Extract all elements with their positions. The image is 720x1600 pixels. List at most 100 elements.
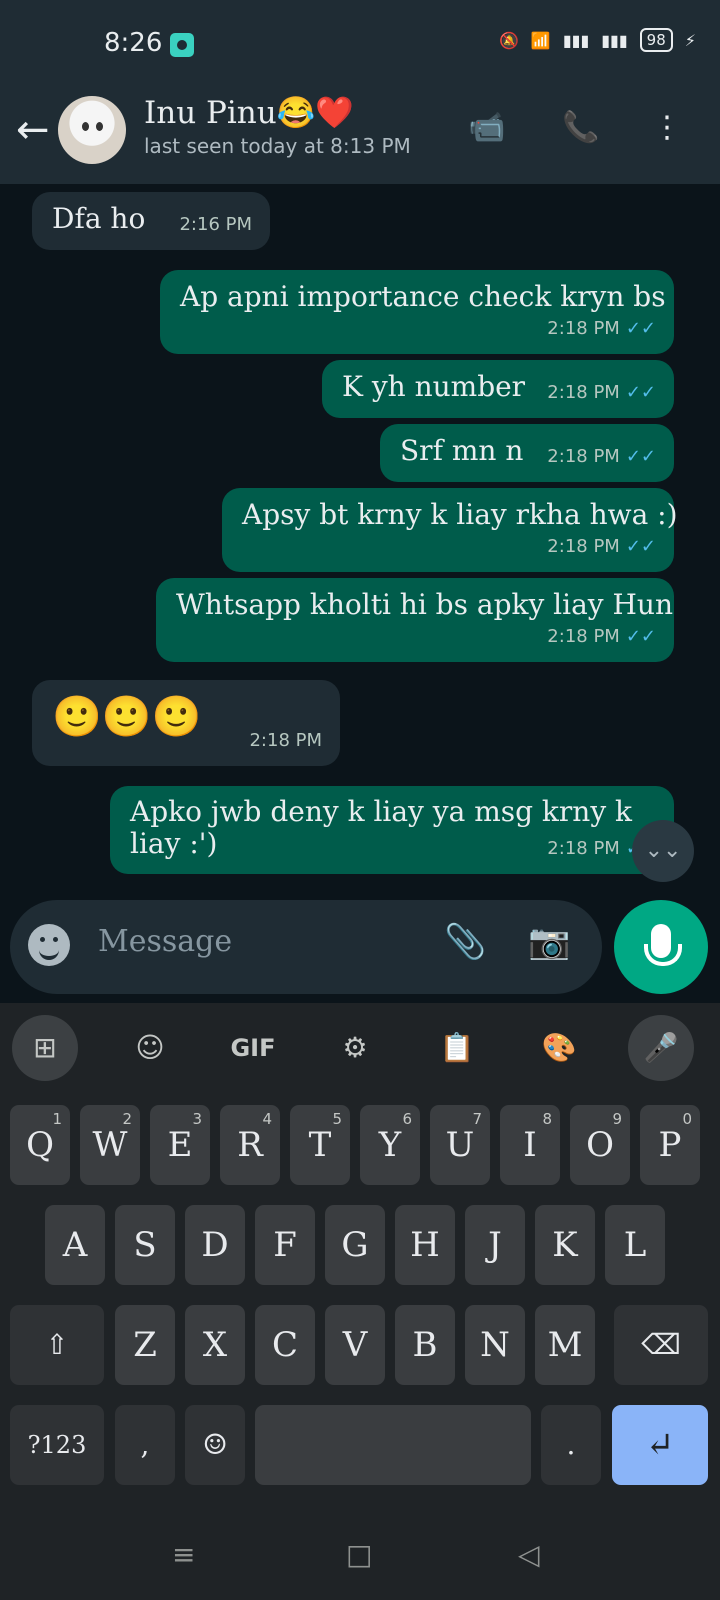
apps-grid-icon[interactable]: ⊞	[12, 1015, 78, 1081]
voice-call-icon[interactable]: 📞	[562, 110, 599, 145]
emoji-icon[interactable]	[28, 924, 70, 966]
back-arrow-icon[interactable]: ←	[16, 110, 50, 150]
key-t[interactable]: 5T	[290, 1105, 350, 1185]
chat-area[interactable]: Dfa ho 2:16 PM Ap apni importance check …	[0, 184, 720, 884]
read-ticks-icon: ✓✓	[625, 626, 656, 647]
contact-avatar[interactable]	[58, 96, 126, 164]
message-time: 2:18 PM	[249, 730, 322, 751]
read-ticks-icon: ✓✓	[625, 536, 656, 557]
key-h[interactable]: H	[395, 1205, 455, 1285]
message-bubble[interactable]: Srf mn n 2:18 PM ✓✓	[380, 424, 674, 482]
key-n[interactable]: N	[465, 1305, 525, 1385]
video-call-icon[interactable]: 📹	[468, 110, 505, 145]
key-m[interactable]: M	[535, 1305, 595, 1385]
space-key[interactable]	[255, 1405, 531, 1485]
sticker-icon[interactable]: ☺	[117, 1015, 183, 1081]
message-bubble[interactable]: Apko jwb deny k liay ya msg krny k liay …	[110, 786, 674, 874]
wifi-icon: 📶	[530, 30, 551, 50]
message-text: Ap apni importance check kryn bs	[180, 280, 666, 313]
key-b[interactable]: B	[395, 1305, 455, 1385]
key-w[interactable]: 2W	[80, 1105, 140, 1185]
message-text: Dfa ho	[52, 202, 146, 235]
key-d[interactable]: D	[185, 1205, 245, 1285]
key-r[interactable]: 4R	[220, 1105, 280, 1185]
period-key[interactable]: .	[541, 1405, 601, 1485]
message-text: Srf mn n	[400, 434, 524, 467]
message-time: 2:18 PM	[547, 626, 620, 647]
key-k[interactable]: K	[535, 1205, 595, 1285]
message-time: 2:16 PM	[179, 214, 252, 235]
more-options-icon[interactable]: ⋮	[652, 110, 682, 145]
backspace-key[interactable]: ⌫	[614, 1305, 708, 1385]
camera-icon[interactable]: 📷	[528, 922, 570, 962]
key-z[interactable]: Z	[115, 1305, 175, 1385]
message-composer[interactable]: Message 📎 📷	[10, 900, 602, 994]
back-triangle-icon[interactable]: ◁	[518, 1538, 540, 1571]
message-text: 🙂🙂🙂	[52, 694, 202, 740]
message-text: Apsy bt krny k liay rkha hwa :)	[242, 498, 678, 531]
message-time: 2:18 PM	[547, 318, 620, 339]
message-input[interactable]: Message	[98, 924, 232, 959]
comma-key[interactable]: ,	[115, 1405, 175, 1485]
message-bubble[interactable]: Dfa ho 2:16 PM	[32, 192, 270, 250]
read-ticks-icon: ✓✓	[625, 318, 656, 339]
emoji-key[interactable]: ☺	[185, 1405, 245, 1485]
read-ticks-icon: ✓✓	[625, 382, 656, 403]
microphone-icon	[644, 924, 682, 966]
key-x[interactable]: X	[185, 1305, 245, 1385]
key-q[interactable]: 1Q	[10, 1105, 70, 1185]
app-notification-icon	[170, 33, 194, 57]
palette-icon[interactable]: 🎨	[526, 1015, 592, 1081]
key-o[interactable]: 9O	[570, 1105, 630, 1185]
shift-key[interactable]: ⇧	[10, 1305, 104, 1385]
message-time: 2:18 PM	[547, 536, 620, 557]
attach-icon[interactable]: 📎	[444, 922, 486, 962]
message-time: 2:18 PM	[547, 382, 620, 403]
key-l[interactable]: L	[605, 1205, 665, 1285]
key-f[interactable]: F	[255, 1205, 315, 1285]
battery-icon: 98	[639, 28, 673, 52]
symbols-key[interactable]: ?123	[10, 1405, 104, 1485]
settings-gear-icon[interactable]: ⚙	[322, 1015, 388, 1081]
gif-button[interactable]: GIF	[220, 1015, 286, 1081]
system-navigation-bar: ≡ □ ◁	[0, 1508, 720, 1600]
message-text: K yh number	[342, 370, 526, 403]
enter-key[interactable]: ↵	[612, 1405, 708, 1485]
charging-icon: ⚡	[684, 30, 696, 50]
voice-record-button[interactable]	[614, 900, 708, 994]
menu-icon[interactable]: ≡	[172, 1538, 195, 1571]
message-bubble[interactable]: 🙂🙂🙂 2:18 PM	[32, 680, 340, 766]
last-seen-status: last seen today at 8:13 PM	[144, 134, 411, 158]
status-bar: 8:26 🔕 📶 ▮▮▮ ▮▮▮ 98 ⚡	[0, 0, 720, 88]
key-j[interactable]: J	[465, 1205, 525, 1285]
key-c[interactable]: C	[255, 1305, 315, 1385]
key-y[interactable]: 6Y	[360, 1105, 420, 1185]
scroll-to-bottom-button[interactable]: ⌄⌄	[632, 820, 694, 882]
enter-arrow-icon: ↵	[645, 1425, 675, 1465]
chat-header: ← Inu Pinu😂❤️ last seen today at 8:13 PM…	[0, 88, 720, 184]
keyboard-mic-icon[interactable]: 🎤	[628, 1015, 694, 1081]
clipboard-icon[interactable]: 📋	[424, 1015, 490, 1081]
message-text: Whtsapp kholti hi bs apky liay Hun	[176, 588, 673, 621]
emoji-smile-icon: ☺	[202, 1428, 228, 1461]
key-u[interactable]: 7U	[430, 1105, 490, 1185]
message-bubble[interactable]: Apsy bt krny k liay rkha hwa :) 2:18 PM ✓…	[222, 488, 678, 572]
status-time: 8:26	[104, 28, 163, 58]
signal-icon: ▮▮▮	[562, 30, 590, 50]
signal-icon-2: ▮▮▮	[601, 30, 628, 50]
key-i[interactable]: 8I	[500, 1105, 560, 1185]
key-s[interactable]: S	[115, 1205, 175, 1285]
key-a[interactable]: A	[45, 1205, 105, 1285]
status-icons: 🔕 📶 ▮▮▮ ▮▮▮ 98 ⚡	[499, 28, 696, 52]
key-p[interactable]: 0P	[640, 1105, 700, 1185]
contact-name[interactable]: Inu Pinu😂❤️	[144, 94, 354, 131]
message-bubble[interactable]: K yh number 2:18 PM ✓✓	[322, 360, 674, 418]
key-g[interactable]: G	[325, 1205, 385, 1285]
message-bubble[interactable]: Whtsapp kholti hi bs apky liay Hun 2:18 …	[156, 578, 674, 662]
key-e[interactable]: 3E	[150, 1105, 210, 1185]
home-square-icon[interactable]: □	[346, 1538, 372, 1571]
mute-icon: 🔕	[498, 30, 519, 50]
key-v[interactable]: V	[325, 1305, 385, 1385]
read-ticks-icon: ✓✓	[625, 446, 656, 467]
message-bubble[interactable]: Ap apni importance check kryn bs 2:18 PM…	[160, 270, 674, 354]
